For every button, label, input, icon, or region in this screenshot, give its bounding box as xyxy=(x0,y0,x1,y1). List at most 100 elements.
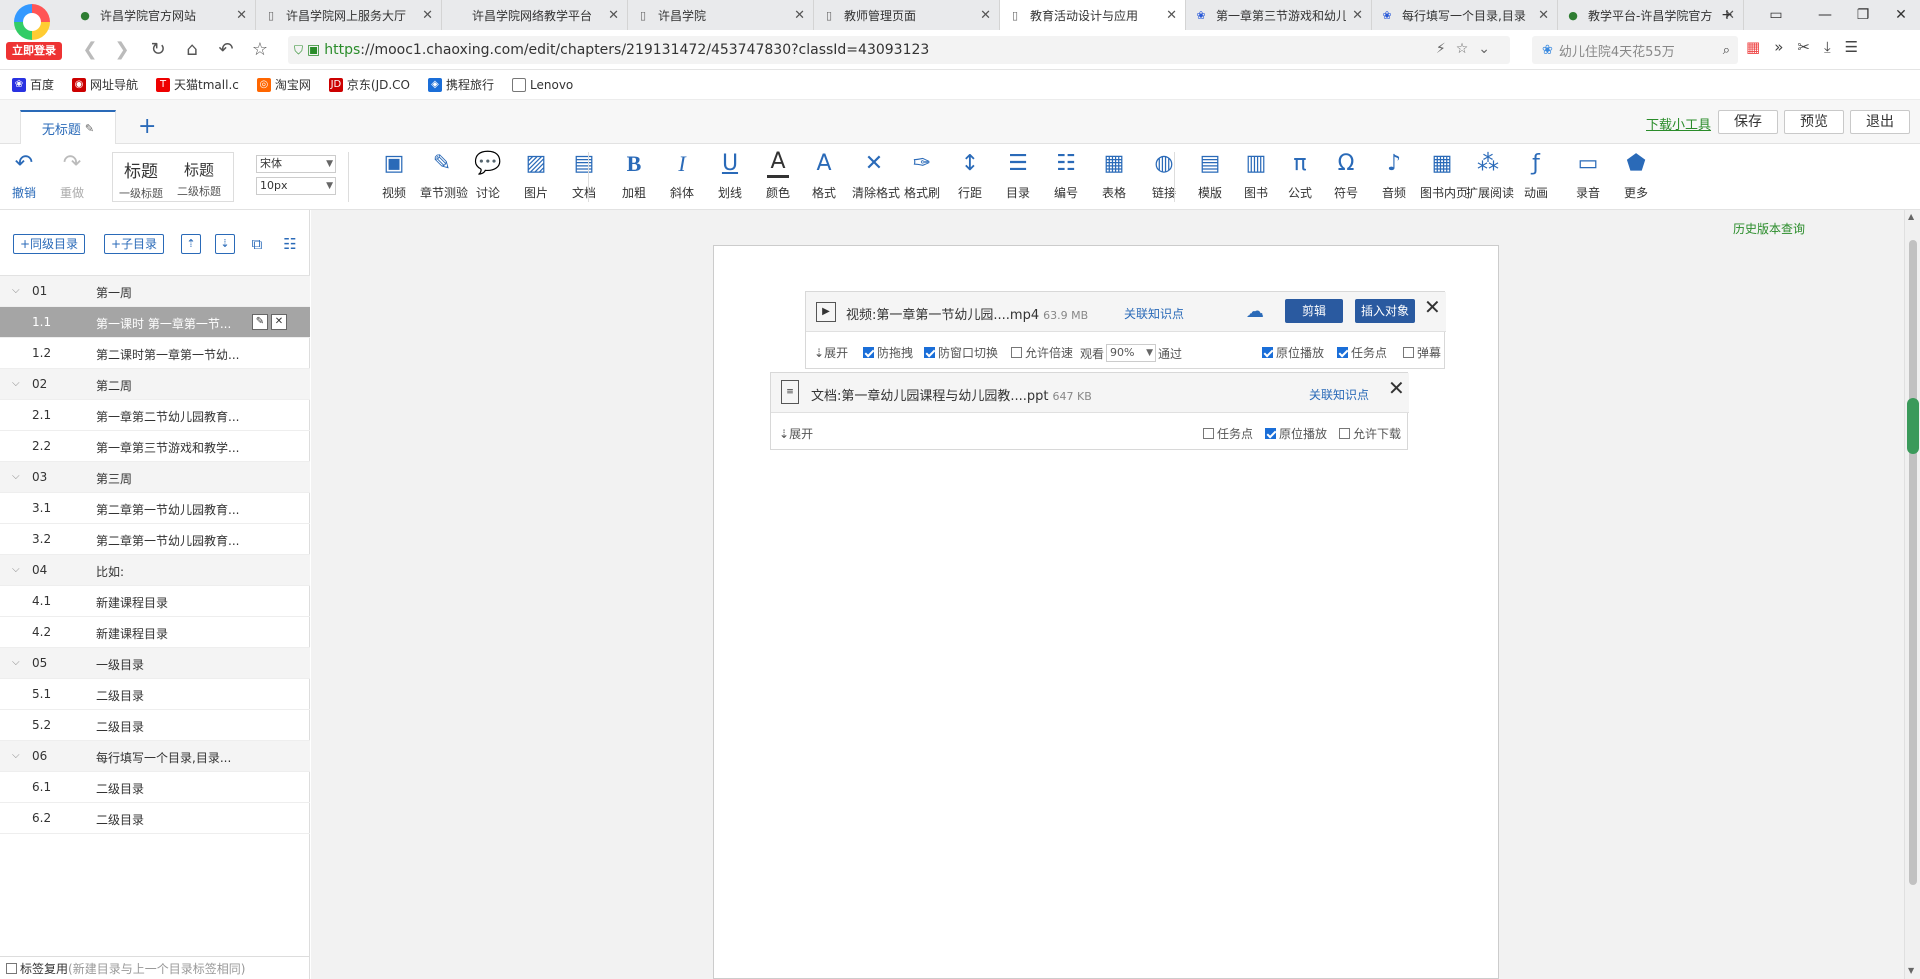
font-family-select[interactable]: 宋体 ▼ xyxy=(256,155,336,173)
new-tab-icon[interactable]: + xyxy=(1708,7,1746,23)
browser-logo[interactable]: 立即登录 xyxy=(4,2,62,60)
add-child-button[interactable]: +子目录 xyxy=(104,234,165,254)
tool-video[interactable]: ▣ 视频 xyxy=(372,150,416,201)
redo-button[interactable]: ↷ 重做 xyxy=(50,150,94,201)
tool-table[interactable]: ▦ 表格 xyxy=(1092,150,1136,201)
document-tab[interactable]: 无标题 ✎ xyxy=(20,110,116,144)
tool-line-height[interactable]: ↕ 行距 xyxy=(948,150,992,201)
scroll-up-icon[interactable]: ▲ xyxy=(1908,212,1914,221)
chevron-down-icon[interactable]: ⌵ xyxy=(12,657,20,668)
close-document-icon[interactable]: ✕ xyxy=(1388,376,1405,400)
back-icon[interactable]: ❮ xyxy=(78,38,102,62)
anti-switch-option[interactable]: 防窗口切换 xyxy=(924,344,998,361)
close-tab-icon[interactable]: ✕ xyxy=(422,8,433,23)
allow-speed-checkbox[interactable] xyxy=(1011,347,1022,358)
insert-object-button[interactable]: 插入对象 xyxy=(1355,299,1415,323)
tool-book-page[interactable]: ▦ 图书内页 xyxy=(1420,150,1468,201)
tag-reuse-checkbox[interactable] xyxy=(6,962,17,974)
tool-document[interactable]: ▤ 文档 xyxy=(562,150,606,201)
heading2-button[interactable]: 标题 二级标题 xyxy=(177,157,221,199)
restore-icon[interactable]: ❐ xyxy=(1844,7,1882,23)
pencil-icon[interactable]: ✎ xyxy=(85,122,94,135)
download-icon[interactable]: ⤓ xyxy=(1824,38,1831,56)
doc-task-point-checkbox[interactable] xyxy=(1203,428,1214,439)
section-row[interactable]: 1.2 第二课时第一章第一节幼... xyxy=(0,338,310,369)
allow-download-option[interactable]: 允许下载 xyxy=(1339,425,1401,442)
tool-image[interactable]: ▨ 图片 xyxy=(514,150,558,201)
heading1-button[interactable]: 标题 一级标题 xyxy=(119,157,163,201)
address-actions[interactable]: ⚡☆⌄ xyxy=(1436,41,1500,57)
chapter-row[interactable]: ⌵ 04 比如: xyxy=(0,555,310,586)
close-video-icon[interactable]: ✕ xyxy=(1424,295,1441,319)
close-window-icon[interactable]: ✕ xyxy=(1882,7,1920,23)
editor-scrollbar[interactable]: ▲ ▼ xyxy=(1904,210,1920,979)
tool-symbol[interactable]: Ω 符号 xyxy=(1324,150,1368,201)
chevron-down-icon[interactable]: ⌵ xyxy=(12,750,20,761)
close-tab-icon[interactable]: ✕ xyxy=(980,8,991,23)
tool-more[interactable]: ⬟ 更多 xyxy=(1614,150,1658,201)
reload-icon[interactable]: ↻ xyxy=(146,38,170,62)
bookmark-3[interactable]: T 天猫tmall.c xyxy=(156,76,239,93)
history-link[interactable]: 历史版本查询 xyxy=(1733,220,1805,237)
document-object-card[interactable]: ≡ 文档:第一章幼儿园课程与幼儿园教....ppt 647 KB 关联知识点 ✕ … xyxy=(770,372,1409,450)
watch-percent-select[interactable]: 90% ▼ xyxy=(1106,344,1157,362)
minimize-icon[interactable]: — xyxy=(1806,7,1844,23)
chevron-down-icon[interactable]: ⌵ xyxy=(12,378,20,389)
chapter-row[interactable]: ⌵ 03 第三周 xyxy=(0,462,310,493)
chevron-down-icon[interactable]: ⌵ xyxy=(12,285,20,296)
add-sibling-button[interactable]: +同级目录 xyxy=(13,234,86,254)
undo-close-icon[interactable]: ↶ xyxy=(214,38,238,62)
move-down-icon[interactable]: ⇣ xyxy=(215,234,235,254)
section-row[interactable]: 2.2 第一章第三节游戏和教学... xyxy=(0,431,310,462)
bookmark-4[interactable]: ◎ 淘宝网 xyxy=(256,76,311,93)
section-row[interactable]: 5.1 二级目录 xyxy=(0,679,310,710)
chapter-row[interactable]: ⌵ 01 第一周 xyxy=(0,276,310,307)
tool-format-painter[interactable]: ✑ 格式刷 xyxy=(900,150,944,201)
chapter-row[interactable]: ⌵ 06 每行填写一个目录,目录... xyxy=(0,741,310,772)
chevron-down-icon[interactable]: ⌵ xyxy=(12,564,20,575)
exit-button[interactable]: 退出 xyxy=(1850,110,1910,134)
add-document-icon[interactable]: + xyxy=(138,114,156,139)
tool-quiz[interactable]: ✎ 章节测验 xyxy=(420,150,468,201)
tool-link[interactable]: ◍ 链接 xyxy=(1142,150,1186,201)
doc-in-place-option[interactable]: 原位播放 xyxy=(1265,425,1327,442)
tool-book[interactable]: ▥ 图书 xyxy=(1234,150,1278,201)
tool-audio[interactable]: ♪ 音频 xyxy=(1372,150,1416,201)
video-link-knowledge[interactable]: 关联知识点 xyxy=(1124,305,1184,322)
preview-button[interactable]: 预览 xyxy=(1784,110,1844,134)
tool-animation[interactable]: ƒ 动画 xyxy=(1514,150,1558,201)
move-up-icon[interactable]: ⇡ xyxy=(181,234,201,254)
scissors-icon[interactable]: ✂ xyxy=(1797,38,1810,56)
scroll-down-icon[interactable]: ▼ xyxy=(1908,966,1914,975)
in-place-checkbox[interactable] xyxy=(1262,347,1273,358)
tab-1[interactable]: ● 许昌学院官方网站 ✕ xyxy=(70,0,256,30)
close-tab-icon[interactable]: ✕ xyxy=(1538,8,1549,23)
tool-recording[interactable]: ▭ 录音 xyxy=(1566,150,1610,201)
bookmark-1[interactable]: ❀ 百度 xyxy=(12,76,54,93)
allow-speed-option[interactable]: 允许倍速 xyxy=(1011,344,1073,361)
delete-icon[interactable]: ✕ xyxy=(271,314,287,330)
tab-8[interactable]: ❀ 每行填写一个目录,目录 ✕ xyxy=(1372,0,1558,30)
document-expand[interactable]: ⇣ 展开 xyxy=(779,425,813,442)
tool-underline[interactable]: U 划线 xyxy=(708,150,752,201)
login-button[interactable]: 立即登录 xyxy=(6,42,62,60)
tab-4[interactable]: ▯ 许昌学院 ✕ xyxy=(628,0,814,30)
tool-extended-reading[interactable]: ⁂ 扩展阅读 xyxy=(1466,150,1514,201)
close-tab-icon[interactable]: ✕ xyxy=(794,8,805,23)
bookmark-2[interactable]: ◉ 网址导航 xyxy=(72,76,138,93)
home-icon[interactable]: ⌂ xyxy=(180,38,204,62)
close-tab-icon[interactable]: ✕ xyxy=(1352,8,1363,23)
search-input[interactable]: ❀ 幼儿住院4天花55万 ⌕ xyxy=(1532,36,1738,64)
anti-drag-option[interactable]: 防拖拽 xyxy=(863,344,913,361)
bookmark-star-icon[interactable]: ☆ xyxy=(248,38,272,62)
tab-menu-icon[interactable]: ▭ xyxy=(1746,7,1806,23)
close-tab-icon[interactable]: ✕ xyxy=(1166,8,1177,23)
anti-switch-checkbox[interactable] xyxy=(924,347,935,358)
address-bar[interactable]: ⛉ ▣ https ://mooc1.chaoxing.com/edit/cha… xyxy=(288,36,1510,64)
close-tab-icon[interactable]: ✕ xyxy=(236,8,247,23)
font-size-select[interactable]: 10px ▼ xyxy=(256,177,336,195)
tool-numbering[interactable]: ☷ 编号 xyxy=(1044,150,1088,201)
bookmark-5[interactable]: JD 京东(JD.CO xyxy=(328,76,410,93)
bookmark-7[interactable]: Lenovo xyxy=(512,77,573,92)
tab-7[interactable]: ❀ 第一章第三节游戏和幼儿 ✕ xyxy=(1186,0,1372,30)
